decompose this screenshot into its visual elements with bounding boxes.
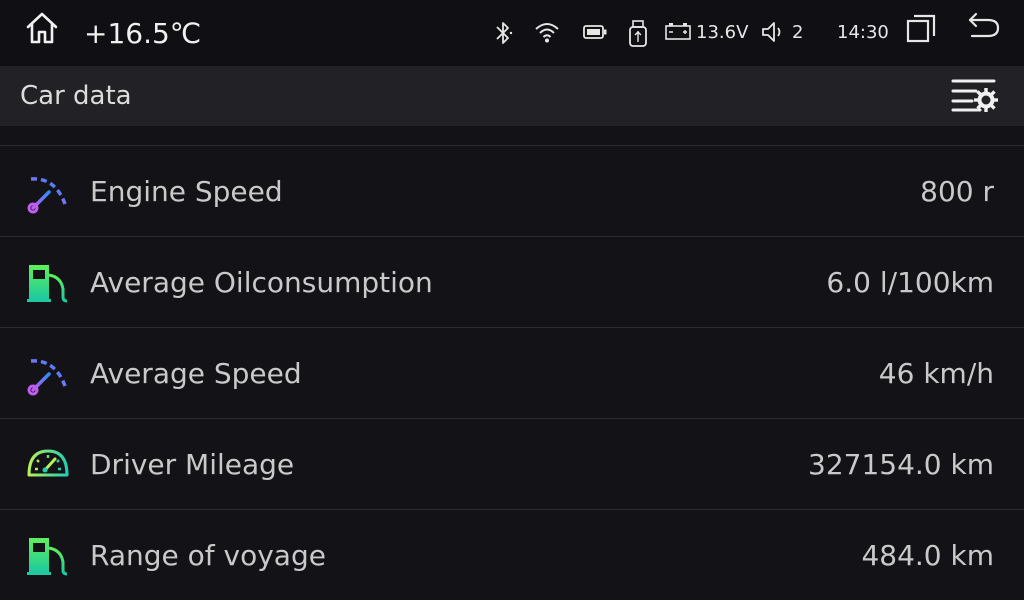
- list-divider: [0, 126, 1024, 146]
- list-item-average-oilconsumption[interactable]: Average Oilconsumption 6.0 l/100km: [0, 237, 1024, 328]
- page-title: Car data: [20, 81, 132, 111]
- volume-level: 2: [792, 22, 804, 43]
- clock: 14:30: [837, 22, 889, 43]
- volume-icon[interactable]: [760, 19, 786, 45]
- speed-gauge-icon: [27, 177, 67, 214]
- list-item-engine-speed[interactable]: Engine Speed 800 r: [0, 146, 1024, 237]
- home-icon[interactable]: [24, 10, 60, 46]
- car-battery-icon: [665, 23, 691, 40]
- speedometer-icon: [27, 449, 69, 477]
- back-icon[interactable]: [966, 10, 1002, 42]
- speed-gauge-icon: [27, 359, 67, 396]
- row-label: Average Oilconsumption: [90, 266, 433, 299]
- car-data-list: Engine Speed 800 r Average Oilconsumptio…: [0, 126, 1024, 600]
- row-label: Engine Speed: [90, 175, 283, 208]
- temperature-readout: +16.5℃: [84, 17, 202, 50]
- row-value: 46 km/h: [878, 357, 994, 390]
- header-bar: Car data: [0, 66, 1024, 126]
- row-value: 6.0 l/100km: [826, 266, 994, 299]
- list-item-range-of-voyage[interactable]: Range of voyage 484.0 km: [0, 510, 1024, 600]
- row-value: 800 r: [920, 175, 994, 208]
- row-label: Average Speed: [90, 357, 302, 390]
- list-item-driver-mileage[interactable]: Driver Mileage 327154.0 km: [0, 419, 1024, 510]
- status-bar: +16.5℃ 13.6V 2 14:30: [0, 0, 1024, 66]
- list-item-average-speed[interactable]: Average Speed 46 km/h: [0, 328, 1024, 419]
- voltage-readout: 13.6V: [696, 22, 749, 43]
- bluetooth-icon: [496, 22, 513, 44]
- row-label: Range of voyage: [90, 539, 326, 572]
- list-settings-icon[interactable]: [950, 77, 1000, 113]
- row-label: Driver Mileage: [90, 448, 295, 481]
- row-value: 484.0 km: [861, 539, 994, 572]
- wifi-icon: [535, 23, 559, 43]
- battery-icon: [583, 25, 607, 39]
- fuel-pump-icon: [27, 265, 68, 303]
- recent-apps-icon[interactable]: [904, 12, 938, 46]
- usb-icon: [629, 20, 647, 47]
- fuel-pump-icon: [27, 538, 68, 576]
- row-value: 327154.0 km: [808, 448, 994, 481]
